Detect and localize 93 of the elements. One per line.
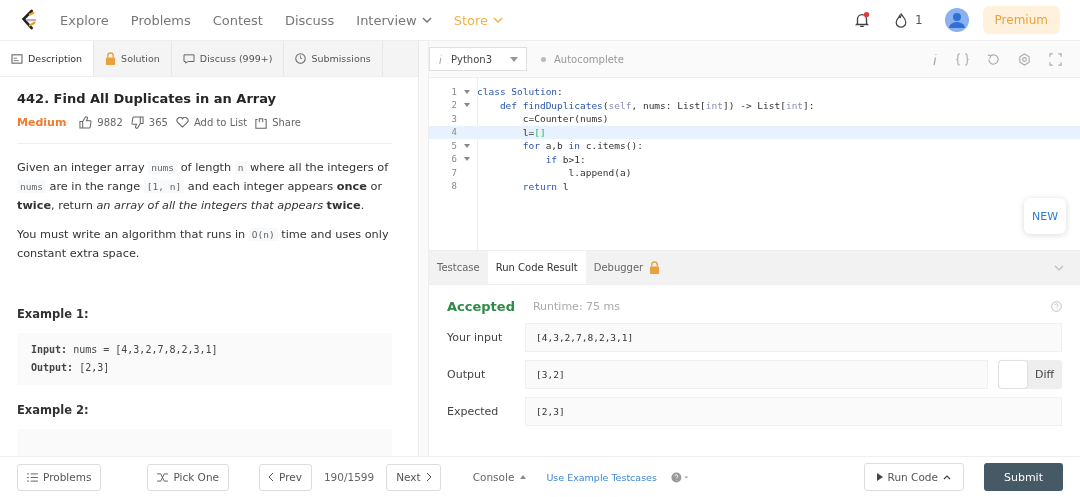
heart-icon[interactable] (175, 117, 189, 129)
console-button[interactable]: Console (466, 470, 533, 484)
tab[interactable]: Description (0, 41, 95, 77)
code-text: for a,b in c.items(): (521, 140, 643, 152)
code-editor[interactable]: 1 class Solution: 2 def findDuplicates(self, nums: List[int]) -> List[int]: 3 c=Counter(nums) 4 l=[] 5 for a,b in c.items(): 6 if b>1: 7 l.append(a) 8 return l NEW (429, 78, 1080, 251)
avatar-icon[interactable] (944, 8, 969, 32)
document-icon (11, 53, 23, 64)
tab[interactable]: Debugger (585, 251, 669, 284)
nav-link[interactable]: Explore (60, 12, 109, 28)
difficulty-label: Medium (17, 116, 67, 130)
description-paragraph: Given an integer array nums of length n where all the integers of nums are in the range [1, n] and each integer appears once or twice, return an array of all the integers that appears twice. (17, 160, 390, 215)
result-value-field: [3,2] (525, 360, 988, 389)
next-button[interactable]: Next (386, 463, 441, 491)
reset-icon[interactable] (987, 52, 1000, 66)
thumbs-up-icon[interactable] (79, 116, 93, 130)
line-number: 7 (450, 167, 457, 178)
fold-arrow-icon[interactable] (464, 157, 470, 162)
code-text: l.append(a) (567, 167, 632, 179)
chevron-down-icon (493, 17, 504, 23)
line-number: 2 (450, 100, 457, 111)
nav-link[interactable]: Discuss (284, 12, 335, 28)
example-code-block: Input: nums = [4,3,2,7,8,2,3,1] Output: [2,3] (17, 333, 392, 386)
help-icon[interactable] (670, 471, 689, 483)
code-text: class Solution: (477, 86, 563, 98)
result-value-field: [4,3,2,7,8,2,3,1] (525, 323, 1062, 352)
info-icon[interactable] (932, 52, 938, 66)
info-icon (438, 53, 443, 65)
code-text: if b>1: (544, 153, 586, 165)
fold-arrow-icon[interactable] (464, 143, 470, 148)
like-count: 9882 (97, 117, 123, 129)
use-example-testcases-link[interactable]: Use Example Testcases (546, 471, 657, 483)
fullscreen-icon[interactable] (1049, 52, 1062, 66)
new-feature-button[interactable]: NEW (1024, 198, 1066, 234)
result-label: Expected (447, 405, 500, 418)
example-heading: Example 1: (17, 307, 90, 322)
language-select[interactable]: Python3 (429, 47, 527, 71)
result-label: Your input (447, 331, 504, 344)
example-heading: Example 2: (17, 403, 90, 418)
chevron-down-icon (421, 17, 432, 23)
list-icon (27, 472, 38, 482)
pick-one-button[interactable]: Pick One (147, 463, 229, 491)
fold-arrow-icon[interactable] (464, 89, 470, 94)
result-label: Output (447, 368, 487, 381)
run-code-button[interactable]: Run Code (863, 463, 964, 491)
line-number: 1 (450, 86, 457, 97)
line-number: 3 (450, 113, 457, 124)
problem-title: 442. Find All Duplicates in an Array (17, 91, 278, 107)
code-text: return l (521, 180, 569, 192)
submit-button[interactable]: Submit (983, 463, 1063, 491)
problems-button[interactable]: Problems (17, 463, 102, 491)
code-text: c=Counter(nums) (521, 113, 609, 125)
thumbs-down-icon[interactable] (130, 116, 144, 130)
streak-count: 1 (914, 13, 923, 27)
braces-icon[interactable] (956, 52, 969, 66)
result-value-field: [2,3] (525, 397, 1062, 426)
logo-icon[interactable] (20, 9, 38, 31)
tab[interactable]: Testcase (429, 251, 488, 284)
diff-toggle[interactable]: Diff (998, 360, 1062, 389)
chevron-left-icon (269, 473, 274, 481)
tab[interactable]: Discuss (999+) (171, 41, 285, 77)
share-link[interactable]: Share (272, 117, 301, 129)
shuffle-icon (157, 472, 169, 482)
page-counter: 190/1599 (323, 471, 375, 483)
nav-link[interactable]: Problems (130, 12, 191, 28)
chat-icon (182, 53, 195, 64)
chevron-right-icon (425, 473, 431, 481)
nav-link[interactable]: Contest (212, 12, 263, 28)
fold-arrow-icon[interactable] (464, 103, 470, 108)
dislike-count: 365 (148, 117, 168, 129)
share-icon[interactable] (255, 116, 268, 129)
prev-button[interactable]: Prev (259, 463, 312, 491)
play-icon (876, 473, 883, 481)
caret-down-icon (510, 56, 518, 62)
tab[interactable]: Submissions (284, 41, 383, 77)
status-label: Accepted (447, 298, 515, 314)
caret-up-icon (942, 474, 951, 480)
line-number: 6 (450, 154, 457, 165)
tab[interactable]: Run Code Result (487, 251, 586, 284)
settings-icon[interactable] (1018, 52, 1031, 66)
code-text: l=[] (521, 126, 546, 138)
line-number: 5 (450, 140, 457, 151)
nav-link[interactable]: Interview (356, 12, 432, 28)
add-to-list-link[interactable]: Add to List (193, 117, 248, 129)
runtime-text: Runtime: 75 ms (532, 299, 621, 313)
line-number: 8 (450, 181, 457, 192)
clock-icon (295, 53, 307, 65)
lock-icon (105, 52, 117, 66)
tab[interactable]: Solution (94, 41, 172, 77)
description-paragraph: You must write an algorithm that runs in O(n) time and uses only constant extra space. (17, 227, 390, 263)
lock-icon (649, 261, 661, 274)
line-number: 4 (450, 127, 457, 138)
caret-up-icon (520, 475, 527, 479)
code-text: def findDuplicates(self, nums: List[int]) -> List[int]: (498, 99, 815, 111)
